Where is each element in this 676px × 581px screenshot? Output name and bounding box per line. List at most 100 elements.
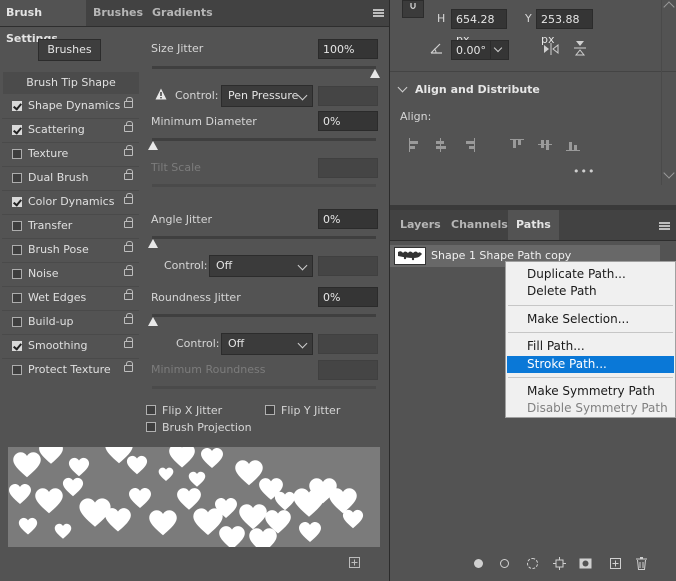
brush-option-checkbox[interactable] (12, 293, 22, 303)
create-new-path-icon[interactable] (610, 558, 621, 569)
more-options-icon[interactable]: ••• (573, 165, 595, 178)
lock-icon[interactable] (124, 145, 133, 156)
brush-option-row[interactable]: Smoothing (3, 335, 139, 357)
brush-option-row[interactable]: Brush Pose (3, 239, 139, 261)
tab-channels[interactable]: Channels (445, 212, 514, 238)
context-menu-item[interactable]: Make Symmetry Path (507, 383, 674, 400)
lock-icon[interactable] (124, 193, 133, 204)
y-field[interactable]: 253.88 px (536, 9, 593, 46)
size-jitter-slider-thumb[interactable] (370, 69, 380, 78)
brush-option-row[interactable]: Protect Texture (3, 359, 139, 381)
paths-panel-menu-icon[interactable] (659, 222, 670, 230)
lock-icon[interactable] (124, 217, 133, 228)
align-bottom-icon[interactable] (566, 138, 580, 152)
angle-dropdown-button[interactable] (490, 41, 505, 59)
size-jitter-slider-track[interactable] (152, 66, 376, 69)
section-divider (390, 71, 676, 72)
control3-select[interactable]: Off (221, 333, 313, 355)
load-selection-icon[interactable] (527, 558, 538, 569)
height-field[interactable]: 654.28 px (451, 9, 507, 46)
brush-option-row[interactable]: Texture (3, 143, 139, 165)
roundness-jitter-field[interactable]: 0% (318, 287, 378, 307)
control2-select[interactable]: Off (209, 255, 313, 277)
align-left-icon[interactable] (408, 138, 422, 152)
flip-horizontal-icon[interactable] (543, 42, 559, 56)
minimum-diameter-slider-track[interactable] (152, 138, 376, 141)
context-menu-item[interactable]: Delete Path (507, 283, 674, 300)
minimum-diameter-field[interactable]: 0% (318, 111, 378, 131)
brush-option-checkbox[interactable] (12, 365, 22, 375)
lock-icon[interactable] (124, 241, 133, 252)
lock-icon[interactable] (124, 121, 133, 132)
brush-option-checkbox[interactable] (12, 197, 22, 207)
lock-icon[interactable] (124, 361, 133, 372)
align-distribute-title[interactable]: Align and Distribute (415, 83, 540, 96)
panel-menu-icon[interactable] (373, 9, 384, 17)
tab-paths[interactable]: Paths (508, 210, 559, 240)
tab-gradients[interactable]: Gradients (146, 0, 219, 26)
context-menu-item[interactable]: Stroke Path... (507, 356, 674, 373)
align-horizontal-center-icon[interactable] (434, 138, 448, 152)
lock-icon[interactable] (124, 313, 133, 324)
angle-field[interactable]: 0.00° (451, 40, 509, 60)
lock-icon[interactable] (124, 169, 133, 180)
brush-option-checkbox[interactable] (12, 101, 22, 111)
context-menu-item[interactable]: Make Selection... (507, 311, 674, 328)
roundness-jitter-slider-track[interactable] (152, 314, 376, 317)
flip-y-checkbox[interactable] (265, 405, 275, 415)
brush-option-row[interactable]: Wet Edges (3, 287, 139, 309)
brush-option-row[interactable]: Transfer (3, 215, 139, 237)
size-jitter-field[interactable]: 100% (318, 39, 378, 59)
angle-jitter-field[interactable]: 0% (318, 209, 378, 229)
brush-option-checkbox[interactable] (12, 245, 22, 255)
brush-option-row[interactable]: Scattering (3, 119, 139, 141)
scroll-down-arrow-icon[interactable] (663, 167, 675, 179)
create-new-brush-icon[interactable] (349, 557, 360, 568)
align-right-icon[interactable] (462, 138, 476, 152)
brush-option-checkbox[interactable] (12, 317, 22, 327)
stroke-path-icon[interactable] (500, 559, 509, 568)
flip-x-checkbox[interactable] (146, 405, 156, 415)
context-menu-item[interactable]: Duplicate Path... (507, 266, 674, 283)
align-top-icon[interactable] (510, 138, 524, 152)
brush-projection-checkbox[interactable] (146, 422, 156, 432)
brush-option-checkbox[interactable] (12, 221, 22, 231)
lock-icon[interactable] (124, 337, 133, 348)
fill-path-icon[interactable] (474, 559, 483, 568)
flip-vertical-icon[interactable] (573, 40, 587, 56)
brush-option-checkbox[interactable] (12, 269, 22, 279)
roundness-jitter-slider-thumb[interactable] (148, 317, 158, 326)
make-work-path-icon[interactable] (553, 557, 566, 570)
delete-path-icon[interactable] (636, 557, 647, 570)
control1-extra-field (318, 86, 378, 106)
minimum-diameter-slider-thumb[interactable] (148, 141, 158, 150)
tab-brush-settings[interactable]: Brush Settings (0, 0, 86, 45)
angle-jitter-slider-thumb[interactable] (148, 239, 158, 248)
brush-option-row[interactable]: Shape Dynamics (3, 95, 139, 117)
brush-option-checkbox[interactable] (12, 341, 22, 351)
brush-option-row[interactable]: Dual Brush (3, 167, 139, 189)
brush-option-checkbox[interactable] (12, 149, 22, 159)
collapse-chevron-icon[interactable] (397, 82, 408, 93)
brush-option-checkbox[interactable] (12, 173, 22, 183)
context-menu-separator (508, 377, 673, 378)
brushes-button[interactable]: Brushes (38, 39, 101, 61)
scroll-up-arrow-icon[interactable] (663, 1, 675, 13)
brush-option-row[interactable]: Noise (3, 263, 139, 285)
lock-icon[interactable] (124, 289, 133, 300)
lock-icon[interactable] (124, 97, 133, 108)
brush-option-row[interactable]: Color Dynamics (3, 191, 139, 213)
lock-icon[interactable] (124, 265, 133, 276)
tab-layers[interactable]: Layers (394, 212, 447, 238)
tab-brushes[interactable]: Brushes (87, 0, 149, 26)
properties-scrollbar[interactable] (661, 0, 676, 185)
angle-jitter-slider-track[interactable] (152, 236, 376, 239)
brush-tip-shape-header[interactable]: Brush Tip Shape (3, 72, 139, 94)
brush-option-checkbox[interactable] (12, 125, 22, 135)
link-dimensions-icon[interactable] (402, 0, 424, 18)
add-mask-icon[interactable] (579, 558, 592, 569)
brush-option-row[interactable]: Build-up (3, 311, 139, 333)
control1-select[interactable]: Pen Pressure (221, 85, 313, 107)
context-menu-item[interactable]: Fill Path... (507, 338, 674, 355)
align-vertical-center-icon[interactable] (538, 138, 552, 152)
